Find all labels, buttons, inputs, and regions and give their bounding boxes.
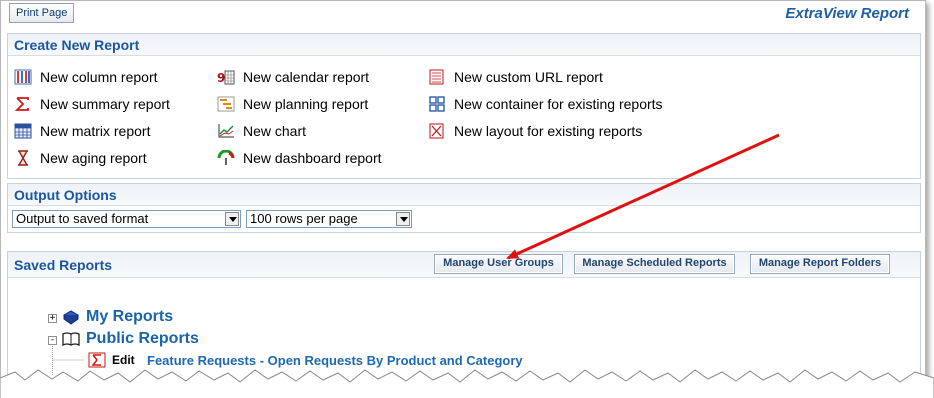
grid-icon — [14, 123, 32, 139]
sigma-icon — [14, 97, 29, 111]
new-aging-report-label: New aging report — [40, 150, 147, 166]
collapse-icon[interactable]: - — [48, 336, 57, 345]
new-planning-report-label: New planning report — [243, 96, 369, 112]
dashboard-gauge-icon — [217, 150, 235, 165]
chevron-down-icon[interactable] — [225, 212, 239, 226]
new-layout-report-label: New layout for existing reports — [454, 123, 643, 139]
new-dashboard-report-label: New dashboard report — [243, 150, 382, 166]
rows-per-page-select[interactable]: 100 rows per page — [246, 210, 412, 228]
output-format-select[interactable]: Output to saved format — [12, 210, 241, 228]
column-report-icon — [14, 69, 32, 85]
create-panel-header: Create New Report — [8, 34, 920, 56]
tree-row-my-reports[interactable]: + My Reports — [48, 308, 248, 328]
report-window: Print Page ExtraView Report Create New R… — [0, 0, 926, 392]
manage-report-folders-button[interactable]: Manage Report Folders — [750, 254, 890, 274]
new-summary-report-label: New summary report — [40, 96, 170, 112]
open-book-icon — [62, 332, 80, 347]
expand-icon[interactable]: + — [48, 314, 57, 323]
output-format-value: Output to saved format — [16, 211, 149, 226]
top-bar: Print Page ExtraView Report — [1, 1, 925, 31]
create-panel-title: Create New Report — [14, 37, 140, 53]
public-reports-label[interactable]: Public Reports — [86, 330, 199, 348]
line-chart-icon — [218, 124, 234, 138]
gantt-icon — [217, 96, 235, 112]
new-container-report-label: New container for existing reports — [454, 96, 663, 112]
saved-panel-title: Saved Reports — [14, 257, 113, 273]
calendar-icon: 9 — [217, 70, 235, 85]
output-panel-header: Output Options — [8, 184, 920, 206]
new-chart-label: New chart — [243, 123, 307, 139]
create-new-report-panel: Create New Report New column report New … — [7, 33, 921, 179]
rows-per-page-value: 100 rows per page — [250, 211, 358, 226]
page-title: ExtraView Report — [785, 5, 909, 22]
output-panel-title: Output Options — [14, 187, 117, 203]
new-custom-url-report-label: New custom URL report — [454, 69, 603, 85]
url-form-icon — [429, 69, 444, 85]
manage-user-groups-button[interactable]: Manage User Groups — [434, 254, 563, 274]
my-reports-label[interactable]: My Reports — [86, 308, 173, 326]
container-grid-icon — [429, 96, 445, 112]
new-column-report-label: New column report — [40, 69, 158, 85]
hourglass-icon — [17, 150, 29, 166]
new-matrix-report-label: New matrix report — [40, 123, 151, 139]
blue-book-icon — [63, 310, 79, 325]
print-page-button[interactable]: Print Page — [9, 3, 75, 23]
manage-scheduled-reports-button[interactable]: Manage Scheduled Reports — [574, 254, 735, 274]
saved-panel-header: Saved Reports Manage User Groups Manage … — [8, 252, 920, 278]
chevron-down-icon[interactable] — [396, 212, 410, 226]
layout-x-icon — [429, 123, 444, 139]
svg-text:9: 9 — [217, 71, 225, 85]
torn-edge — [0, 369, 934, 398]
output-options-panel: Output Options Output to saved format 10… — [7, 183, 921, 233]
new-calendar-report-label: New calendar report — [243, 69, 370, 85]
